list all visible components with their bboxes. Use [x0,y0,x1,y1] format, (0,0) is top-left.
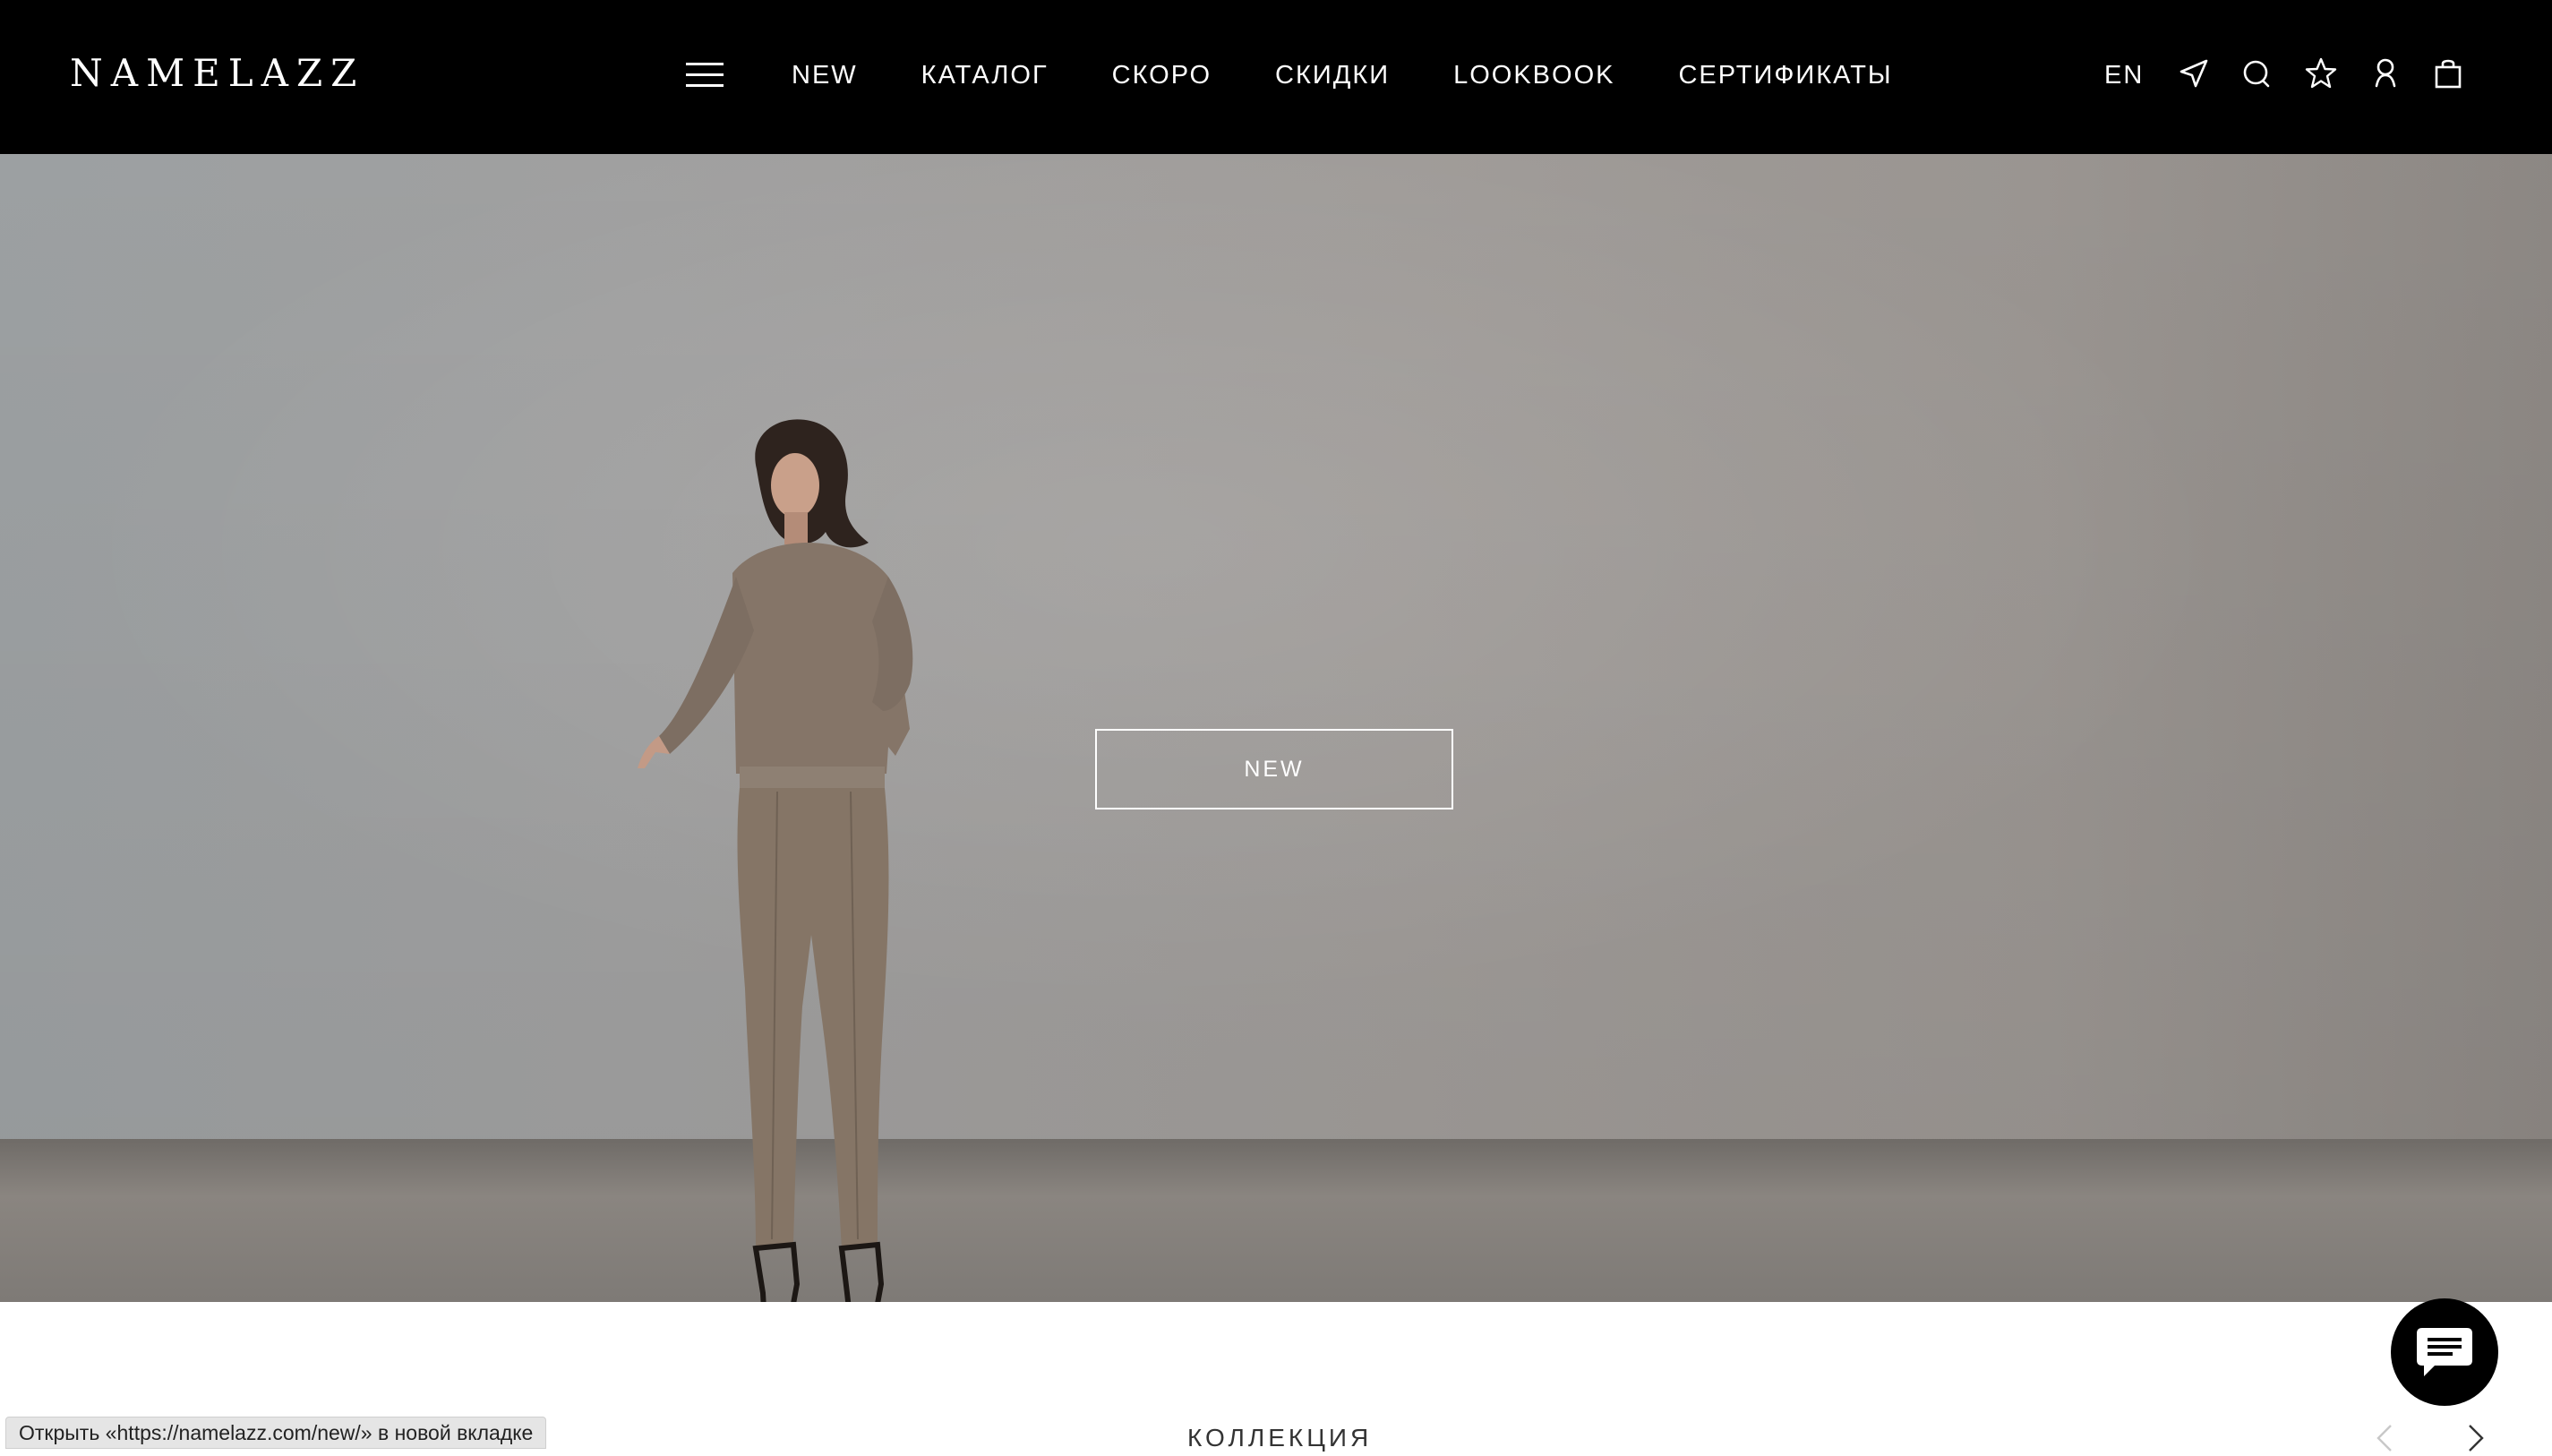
menu-icon[interactable] [686,63,724,88]
chat-bubble-icon [2417,1328,2472,1376]
favorites-star-icon[interactable] [2303,56,2339,91]
chat-button[interactable] [2391,1298,2498,1406]
main-nav: NEW КАТАЛОГ СКОРО СКИДКИ LOOKBOOK СЕРТИФ… [792,56,1893,95]
hero-wall [0,154,2552,1139]
brand-logo[interactable]: NAMELAZZ [70,50,364,97]
hero-new-button[interactable]: NEW [1095,729,1453,809]
chevron-right-icon[interactable] [2457,1420,2493,1456]
nav-item-lookbook[interactable]: LOOKBOOK [1453,56,1614,95]
browser-status-bar: Открыть «https://namelazz.com/new/» в но… [5,1417,547,1449]
nav-item-certificates[interactable]: СЕРТИФИКАТЫ [1678,56,1892,95]
account-user-icon[interactable] [2368,56,2403,91]
hero-floor [0,1139,2552,1302]
nav-item-soon[interactable]: СКОРО [1112,56,1212,95]
site-header: NAMELAZZ NEW КАТАЛОГ СКОРО СКИДКИ LOOKBO… [0,0,2552,154]
section-title-collection: КОЛЛЕКЦИЯ [1187,1424,1373,1452]
nav-item-new[interactable]: NEW [792,56,858,95]
chevron-left-icon[interactable] [2368,1420,2403,1456]
nav-item-sale[interactable]: СКИДКИ [1275,56,1390,95]
shopping-bag-icon[interactable] [2430,56,2466,91]
nav-item-catalog[interactable]: КАТАЛОГ [921,56,1049,95]
language-switch[interactable]: EN [2104,56,2144,95]
search-icon[interactable] [2239,56,2274,91]
location-arrow-icon[interactable] [2176,56,2212,91]
hero-banner[interactable]: NEW [0,154,2552,1302]
model-photo [638,419,913,1302]
